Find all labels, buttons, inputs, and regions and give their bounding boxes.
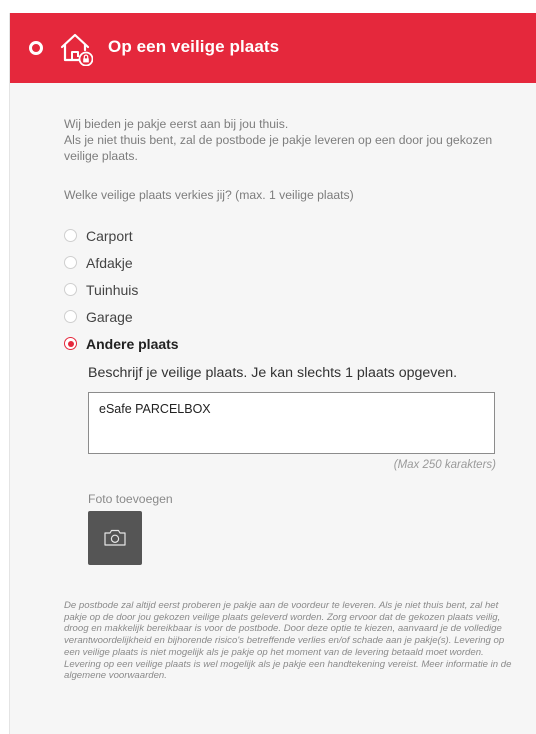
intro-text: Wij bieden je pakje eerst aan bij jou th… <box>64 116 504 164</box>
describe-label: Beschrijf je veilige plaats. Je kan slec… <box>88 365 458 381</box>
option-label: Andere plaats <box>86 335 179 352</box>
max-characters-note: (Max 250 karakters) <box>393 459 496 471</box>
disclaimer-text: De postbode zal altijd eerst proberen je… <box>64 600 512 682</box>
question-text: Welke veilige plaats verkies jij? (max. … <box>64 188 354 202</box>
intro-line-1: Wij bieden je pakje eerst aan bij jou th… <box>64 117 289 131</box>
photo-label: Foto toevoegen <box>88 492 173 506</box>
radio-afdakje[interactable] <box>64 256 77 269</box>
header-title: Op een veilige plaats <box>108 37 280 56</box>
safe-place-panel: Op een veilige plaats Wij bieden je pakj… <box>9 13 536 734</box>
camera-icon <box>104 529 126 546</box>
section-radio-icon[interactable] <box>29 41 43 55</box>
house-lock-icon <box>60 33 93 66</box>
option-carport[interactable]: Carport <box>64 222 179 249</box>
option-label: Carport <box>86 227 133 244</box>
radio-tuinhuis[interactable] <box>64 283 77 296</box>
radio-garage[interactable] <box>64 310 77 323</box>
option-tuinhuis[interactable]: Tuinhuis <box>64 276 179 303</box>
add-photo-button[interactable] <box>88 511 142 565</box>
radio-andere-plaats[interactable] <box>64 337 77 350</box>
option-andere-plaats[interactable]: Andere plaats <box>64 330 179 357</box>
intro-line-2: Als je niet thuis bent, zal de postbode … <box>64 133 493 163</box>
option-label: Tuinhuis <box>86 281 139 298</box>
option-label: Afdakje <box>86 254 133 271</box>
radio-carport[interactable] <box>64 229 77 242</box>
safe-place-options: Carport Afdakje Tuinhuis Garage Andere p… <box>64 222 179 357</box>
header-bar: Op een veilige plaats <box>10 13 536 83</box>
option-afdakje[interactable]: Afdakje <box>64 249 179 276</box>
option-label: Garage <box>86 308 133 325</box>
option-garage[interactable]: Garage <box>64 303 179 330</box>
safe-place-description-input[interactable]: eSafe PARCELBOX <box>88 392 495 454</box>
